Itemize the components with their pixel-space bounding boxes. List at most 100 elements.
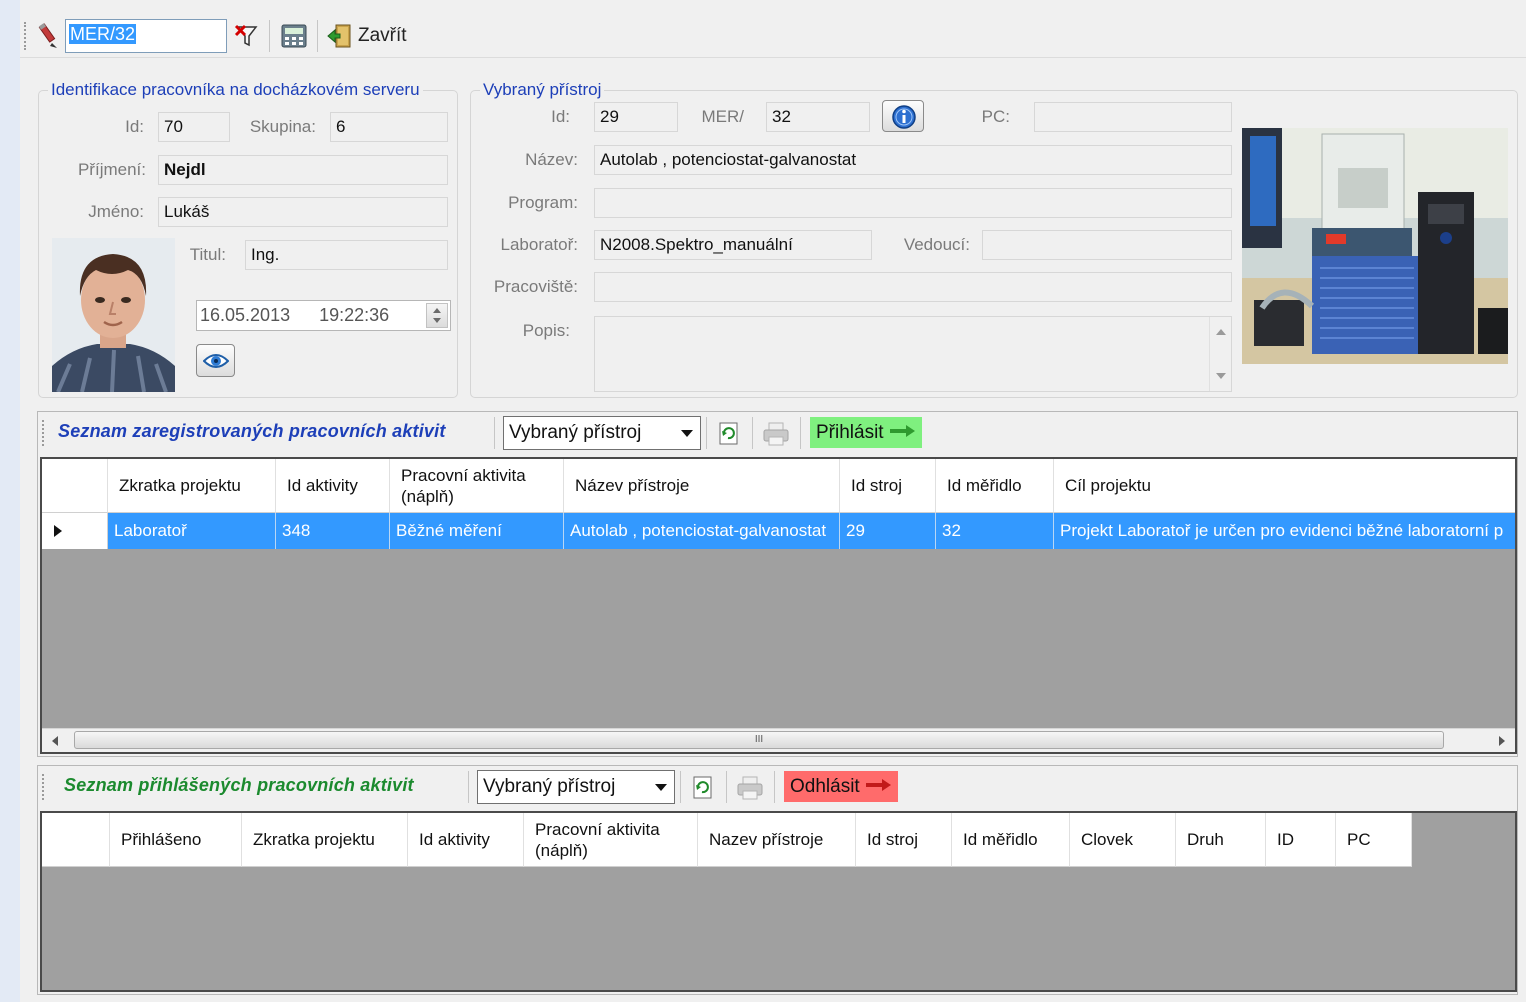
column-header-device-name[interactable]: Nazev přístroje	[698, 813, 856, 867]
column-header-id[interactable]: ID	[1266, 813, 1336, 867]
logged-activities-grid[interactable]: Přihlášeno Zkratka projektu Id aktivity …	[40, 811, 1517, 992]
toolbar-separator	[706, 417, 707, 449]
toolbar-grip[interactable]	[24, 22, 28, 50]
logout-button-label: Odhlásit	[790, 776, 860, 797]
spin-down-icon[interactable]	[433, 318, 441, 323]
column-header-meter-id[interactable]: Id měřidlo	[936, 459, 1054, 513]
arrow-right-icon	[865, 771, 892, 802]
spin-up-icon[interactable]	[433, 308, 441, 313]
worker-surname-field[interactable]: Nejdl	[158, 155, 448, 185]
chevron-down-icon[interactable]	[655, 784, 667, 791]
device-desc-field[interactable]	[594, 316, 1232, 392]
view-button[interactable]	[196, 344, 235, 377]
printer-icon[interactable]	[736, 775, 764, 806]
device-head-label: Vedoucí:	[903, 235, 970, 254]
calculator-icon[interactable]	[280, 23, 308, 49]
column-header-type[interactable]: Druh	[1176, 813, 1266, 867]
column-header-project[interactable]: Zkratka projektu	[108, 459, 276, 513]
device-name-field[interactable]: Autolab , potenciostat-galvanostat	[594, 145, 1232, 175]
panel-grip[interactable]	[42, 420, 46, 446]
login-button-label: Přihlásit	[816, 422, 884, 443]
device-lab-field[interactable]: N2008.Spektro_manuální	[594, 230, 872, 260]
row-selector[interactable]	[42, 513, 108, 549]
worker-title-field[interactable]: Ing.	[245, 240, 448, 270]
device-photo	[1242, 128, 1508, 364]
worker-group-label: Skupina:	[249, 117, 316, 136]
refresh-icon[interactable]	[718, 422, 740, 451]
info-button[interactable]	[882, 100, 924, 132]
column-header-person[interactable]: Clovek	[1070, 813, 1176, 867]
scroll-left-icon[interactable]	[52, 736, 58, 746]
datetime-picker[interactable]: 16.05.2013 19:22:36	[196, 300, 451, 331]
cell-activity-id[interactable]: 348	[276, 513, 390, 549]
column-header-activity-id[interactable]: Id aktivity	[408, 813, 524, 867]
device-id-label: Id:	[551, 107, 570, 126]
close-button[interactable]: Zavřít	[326, 22, 407, 50]
main-window: MER/32 Zavřít Identifikace pracovníka na…	[0, 0, 1526, 1002]
registered-filter-combo[interactable]: Vybraný přístroj	[503, 416, 701, 450]
cell-meter-id[interactable]: 32	[936, 513, 1054, 549]
worker-photo	[52, 238, 175, 392]
column-header-pc[interactable]: PC	[1336, 813, 1412, 867]
column-header-project[interactable]: Zkratka projektu	[242, 813, 408, 867]
cell-project[interactable]: Laboratoř	[108, 513, 276, 549]
info-icon	[891, 104, 917, 135]
worker-name-label: Jméno:	[88, 202, 144, 221]
device-code-input[interactable]: MER/32	[65, 19, 227, 53]
printer-icon[interactable]	[762, 421, 790, 452]
device-program-field[interactable]	[594, 188, 1232, 218]
worker-group-field[interactable]: 6	[330, 112, 448, 142]
scroll-right-icon[interactable]	[1499, 736, 1505, 746]
logged-filter-combo[interactable]: Vybraný přístroj	[477, 770, 675, 804]
device-workplace-label: Pracoviště:	[493, 277, 578, 296]
toolbar-separator	[726, 771, 727, 803]
horizontal-scrollbar[interactable]: III	[42, 728, 1515, 752]
clear-filter-icon[interactable]	[233, 22, 261, 50]
column-header-meter-id[interactable]: Id měřidlo	[952, 813, 1070, 867]
cell-machine-id[interactable]: 29	[840, 513, 936, 549]
close-button-label: Zavřít	[358, 25, 407, 46]
device-lab-label: Laboratoř:	[500, 235, 579, 254]
panel-grip[interactable]	[42, 774, 46, 800]
device-mer-field[interactable]: 32	[766, 102, 870, 132]
device-id-field[interactable]: 29	[594, 102, 678, 132]
column-header-device-name[interactable]: Název přístroje	[564, 459, 840, 513]
refresh-icon[interactable]	[692, 776, 714, 805]
scroll-up-icon[interactable]	[1216, 329, 1226, 335]
row-header-column	[42, 459, 108, 513]
worker-id-field[interactable]: 70	[158, 112, 230, 142]
worker-name-field[interactable]: Lukáš	[158, 197, 448, 227]
device-head-field[interactable]	[982, 230, 1232, 260]
edit-pen-icon[interactable]	[35, 22, 61, 50]
login-button[interactable]: Přihlásit	[810, 417, 922, 448]
worker-id-label: Id:	[125, 117, 144, 136]
toolbar-separator	[680, 771, 681, 803]
scroll-thumb[interactable]: III	[74, 731, 1444, 749]
column-header-activity[interactable]: Pracovní aktivita (náplň)	[524, 813, 698, 867]
device-workplace-field[interactable]	[594, 272, 1232, 302]
cell-goal[interactable]: Projekt Laboratoř je určen pro evidenci …	[1054, 513, 1515, 549]
desc-scrollbar[interactable]	[1209, 317, 1231, 391]
scroll-down-icon[interactable]	[1216, 373, 1226, 379]
column-header-machine-id[interactable]: Id stroj	[856, 813, 952, 867]
device-program-label: Program:	[508, 193, 578, 212]
device-name-label: Název:	[525, 150, 578, 169]
column-header-goal[interactable]: Cíl projektu	[1054, 459, 1515, 513]
datetime-spinner[interactable]	[426, 303, 448, 328]
cell-device-name[interactable]: Autolab , potenciostat-galvanostat	[564, 513, 840, 549]
row-header-column	[42, 813, 110, 867]
chevron-down-icon[interactable]	[681, 430, 693, 437]
cell-activity[interactable]: Běžné měření	[390, 513, 564, 549]
logout-button[interactable]: Odhlásit	[784, 771, 898, 802]
device-pc-field[interactable]	[1034, 102, 1232, 132]
column-header-activity-id[interactable]: Id aktivity	[276, 459, 390, 513]
registered-activities-grid[interactable]: Zkratka projektu Id aktivity Pracovní ak…	[40, 457, 1517, 754]
column-header-logged-at[interactable]: Přihlášeno	[110, 813, 242, 867]
toolbar-separator	[317, 20, 318, 52]
toolbar-separator	[774, 771, 775, 803]
date-value: 16.05.2013	[200, 305, 291, 325]
worker-surname-label: Příjmení:	[77, 160, 146, 179]
column-header-activity[interactable]: Pracovní aktivita (náplň)	[390, 459, 564, 513]
arrow-right-icon	[889, 417, 916, 448]
column-header-machine-id[interactable]: Id stroj	[840, 459, 936, 513]
